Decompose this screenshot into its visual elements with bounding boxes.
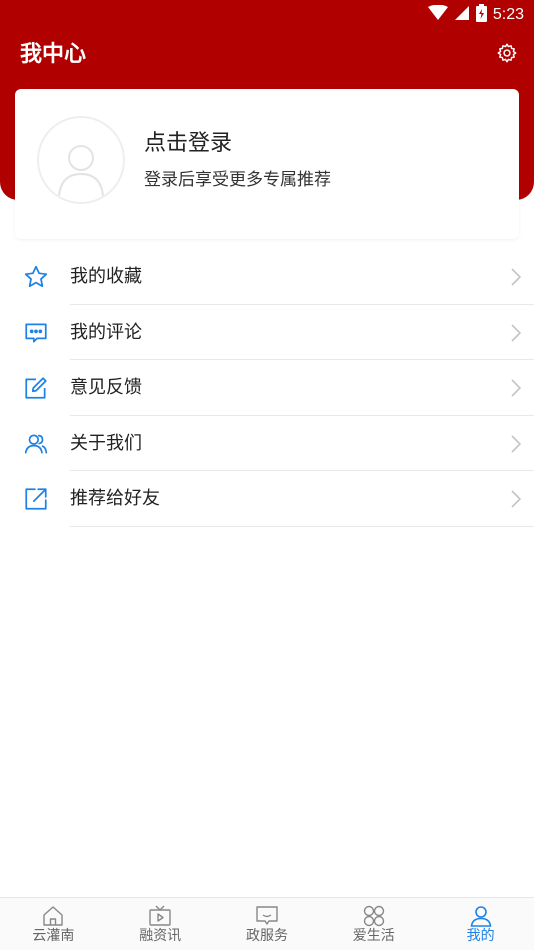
tab-me[interactable]: 我的 xyxy=(427,898,534,950)
chevron-right-icon xyxy=(510,379,522,397)
page-title: 我中心 xyxy=(20,42,87,67)
cell-signal-icon xyxy=(454,5,470,25)
menu-item-label: 推荐给好友 xyxy=(70,488,160,510)
login-title[interactable]: 点击登录 xyxy=(144,129,232,159)
menu-item-label: 我的评论 xyxy=(70,321,142,343)
chevron-right-icon xyxy=(510,435,522,453)
tab-label: 政服务 xyxy=(245,928,288,944)
avatar[interactable] xyxy=(37,116,125,204)
comment-icon xyxy=(22,319,50,347)
person-icon xyxy=(468,903,494,929)
gear-icon xyxy=(496,42,518,68)
menu-item-favorites[interactable]: 我的收藏 xyxy=(0,249,534,305)
profile-card[interactable]: 点击登录 登录后享受更多专属推荐 xyxy=(15,89,519,239)
status-time: 5:23 xyxy=(492,6,524,23)
tab-label: 融资讯 xyxy=(139,928,182,944)
status-bar: 5:23 xyxy=(0,0,534,30)
clover-icon xyxy=(361,903,387,929)
menu-item-label: 意见反馈 xyxy=(70,377,142,399)
star-icon xyxy=(22,263,50,291)
edit-icon xyxy=(22,374,50,402)
tab-home[interactable]: 云灌南 xyxy=(0,898,107,950)
users-icon xyxy=(22,430,50,458)
tv-icon xyxy=(147,903,173,929)
battery-icon xyxy=(475,4,487,26)
menu-item-about[interactable]: 关于我们 xyxy=(0,416,534,472)
home-icon xyxy=(40,903,66,929)
menu-item-comments[interactable]: 我的评论 xyxy=(0,305,534,361)
tab-news[interactable]: 融资讯 xyxy=(107,898,214,950)
login-subtitle: 登录后享受更多专属推荐 xyxy=(144,170,331,190)
menu-item-feedback[interactable]: 意见反馈 xyxy=(0,360,534,416)
bottom-tab-bar: 云灌南 融资讯 政服务 爱生活 我的 xyxy=(0,897,534,950)
menu-item-label: 我的收藏 xyxy=(70,266,142,287)
tab-label: 云灌南 xyxy=(32,928,75,944)
tab-label: 爱生活 xyxy=(352,928,395,944)
wifi-icon xyxy=(427,4,448,25)
menu-list: 我的收藏 我的评论 意见反馈 关于我们 推荐给好友 xyxy=(0,249,534,527)
share-icon xyxy=(22,485,50,513)
status-icons: 5:23 xyxy=(427,4,524,26)
menu-item-label: 关于我们 xyxy=(70,432,142,454)
user-avatar-placeholder-icon xyxy=(51,136,111,202)
menu-item-share[interactable]: 推荐给好友 xyxy=(0,471,534,527)
chevron-right-icon xyxy=(510,490,522,508)
tab-label: 我的 xyxy=(466,928,495,944)
message-icon xyxy=(254,903,280,929)
tab-services[interactable]: 政服务 xyxy=(214,898,321,950)
settings-button[interactable] xyxy=(494,42,520,68)
chevron-right-icon xyxy=(510,324,522,342)
tab-life[interactable]: 爱生活 xyxy=(320,898,427,950)
chevron-right-icon xyxy=(510,268,522,286)
